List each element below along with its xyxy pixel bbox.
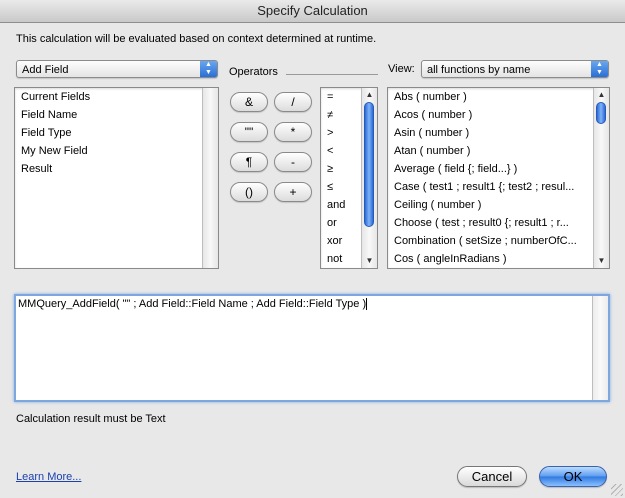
operator-plus-button[interactable]: +	[274, 182, 312, 202]
functions-scrollbar[interactable]: ▲ ▼	[593, 88, 609, 268]
operator-multiply-button[interactable]: *	[274, 122, 312, 142]
cancel-button[interactable]: Cancel	[457, 466, 527, 487]
text-caret	[366, 298, 368, 311]
view-label: View:	[388, 63, 415, 75]
function-item[interactable]: Combination ( setSize ; numberOfC...	[388, 232, 609, 250]
operator-pilcrow-button[interactable]: ¶	[230, 152, 268, 172]
scroll-up-icon[interactable]: ▲	[362, 89, 377, 101]
field-item[interactable]: Current Fields	[15, 88, 218, 106]
operators-scrollbar[interactable]: ▲ ▼	[361, 88, 377, 268]
function-item[interactable]: Average ( field {; field...} )	[388, 160, 609, 178]
operator-ampersand-button[interactable]: &	[230, 92, 268, 112]
field-item[interactable]: My New Field	[15, 142, 218, 160]
operators-list[interactable]: = ≠ > < ≥ ≤ and or xor not ▲ ▼	[320, 87, 378, 269]
resize-grip-icon[interactable]	[611, 484, 623, 496]
fields-list[interactable]: Current Fields Field Name Field Type My …	[14, 87, 219, 269]
scroll-up-icon[interactable]: ▲	[594, 89, 609, 101]
operators-divider	[286, 74, 378, 75]
functions-list[interactable]: Abs ( number ) Acos ( number ) Asin ( nu…	[387, 87, 610, 269]
window-title: Specify Calculation	[0, 0, 625, 23]
fields-scrollbar[interactable]	[202, 88, 218, 268]
field-item[interactable]: Result	[15, 160, 218, 178]
field-item[interactable]: Field Name	[15, 106, 218, 124]
function-item[interactable]: Asin ( number )	[388, 124, 609, 142]
learn-more-link[interactable]: Learn More...	[16, 471, 81, 483]
function-item[interactable]: Choose ( test ; result0 {; result1 ; r..…	[388, 214, 609, 232]
calculation-text: MMQuery_AddField( "" ; Add Field::Field …	[18, 298, 367, 310]
calculation-scrollbar[interactable]	[592, 296, 608, 400]
field-item[interactable]: Field Type	[15, 124, 218, 142]
table-popup[interactable]: Add Field ▲ ▼	[16, 60, 218, 78]
ok-button[interactable]: OK	[539, 466, 607, 487]
view-popup[interactable]: all functions by name ▲ ▼	[421, 60, 609, 78]
operator-parens-button[interactable]: ()	[230, 182, 268, 202]
function-item[interactable]: Acos ( number )	[388, 106, 609, 124]
calculation-text-line: MMQuery_AddField( "" ; Add Field::Field …	[18, 298, 368, 311]
function-item[interactable]: Cos ( angleInRadians )	[388, 250, 609, 268]
scroll-down-icon[interactable]: ▼	[594, 255, 609, 267]
scroll-thumb[interactable]	[596, 102, 606, 124]
scroll-down-icon[interactable]: ▼	[362, 255, 377, 267]
view-popup-value: all functions by name	[427, 64, 531, 76]
result-type-text: Calculation result must be Text	[16, 413, 166, 425]
description-text: This calculation will be evaluated based…	[16, 33, 377, 45]
operators-label: Operators	[229, 66, 278, 78]
function-item[interactable]: Atan ( number )	[388, 142, 609, 160]
operator-minus-button[interactable]: -	[274, 152, 312, 172]
operator-quotes-button[interactable]: ""	[230, 122, 268, 142]
function-item[interactable]: Abs ( number )	[388, 88, 609, 106]
operator-divide-button[interactable]: /	[274, 92, 312, 112]
scroll-thumb[interactable]	[364, 102, 374, 227]
calculation-textarea[interactable]: MMQuery_AddField( "" ; Add Field::Field …	[14, 294, 610, 402]
function-item[interactable]: Ceiling ( number )	[388, 196, 609, 214]
popup-arrows-icon: ▲ ▼	[200, 61, 217, 77]
function-item[interactable]: Case ( test1 ; result1 {; test2 ; resul.…	[388, 178, 609, 196]
table-popup-value: Add Field	[22, 64, 69, 76]
popup-arrows-icon: ▲ ▼	[591, 61, 608, 77]
